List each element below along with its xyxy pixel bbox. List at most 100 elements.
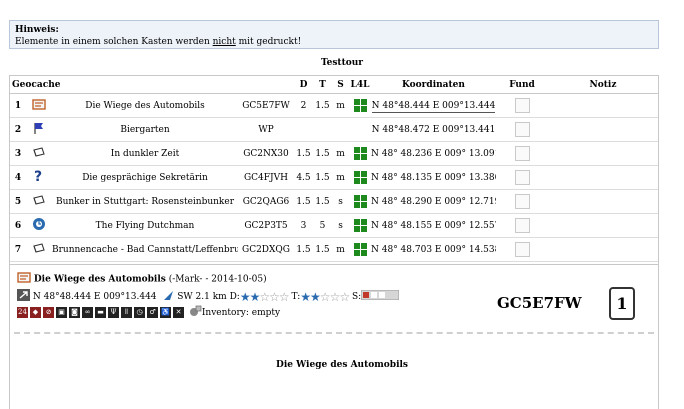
notiz-cell[interactable] bbox=[548, 165, 658, 190]
notiz-cell[interactable] bbox=[548, 237, 658, 262]
cache-name: Bunker in Stuttgart: Rosensteinbunker bbox=[52, 189, 238, 214]
l4l-icon bbox=[353, 243, 367, 256]
cache-name: Die gesprächige Sekretärin bbox=[52, 165, 238, 190]
difficulty-stars: ★★☆☆☆ bbox=[239, 289, 290, 304]
detail-coord: N 48°48.444 E 009°13.444 bbox=[32, 292, 157, 302]
detail-number-box: 1 bbox=[609, 287, 635, 320]
hint-box: Hinweis: Elemente in einem solchen Kaste… bbox=[9, 20, 659, 49]
attr-bus-icon: ▬ bbox=[95, 307, 106, 318]
coordinates: N 48°48.444 E 009°13.444 bbox=[371, 100, 496, 113]
fund-checkbox[interactable] bbox=[514, 146, 530, 161]
notiz-cell[interactable] bbox=[548, 117, 658, 142]
row-number: 6 bbox=[10, 213, 26, 238]
terrain: 1.5 bbox=[313, 165, 332, 190]
table-row: 7 Brunnencache - Bad Cannstatt/Leffenbrun… bbox=[10, 237, 658, 262]
size bbox=[332, 117, 349, 142]
star: ☆ bbox=[319, 289, 331, 304]
size: m bbox=[332, 141, 349, 166]
terrain: 1.5 bbox=[313, 189, 332, 214]
attr-24h-icon: 24 bbox=[17, 307, 28, 318]
l4l-icon bbox=[353, 219, 367, 232]
detail-distance: SW 2.1 km bbox=[177, 292, 227, 302]
cache-name: In dunkler Zeit bbox=[52, 141, 238, 166]
detail-right-border bbox=[658, 265, 659, 409]
hint-text-underlined: nicht bbox=[212, 37, 236, 47]
l4l-icon bbox=[353, 171, 367, 184]
notiz-cell[interactable] bbox=[548, 93, 658, 118]
attr-toilet-icon: ♂ bbox=[147, 307, 158, 318]
cache-code: WP bbox=[238, 117, 294, 142]
bottom-title: Die Wiege des Automobils bbox=[276, 360, 408, 370]
size: s bbox=[332, 189, 349, 214]
notiz-cell[interactable] bbox=[548, 213, 658, 238]
detail-subtitle: (-Mark- - 2014-10-05) bbox=[165, 274, 267, 285]
terrain-stars: ★★☆☆☆ bbox=[300, 289, 350, 304]
l4l-icon bbox=[353, 99, 367, 112]
detail-title: Die Wiege des Automobils bbox=[33, 274, 166, 285]
col-header-koordinaten: Koordinaten bbox=[371, 76, 496, 94]
col-header-notiz: Notiz bbox=[548, 76, 658, 94]
table-row: 6 The Flying Dutchman GC2P3T5 3 5 s N 48° 48.1… bbox=[10, 213, 658, 238]
row-number: 3 bbox=[10, 141, 26, 166]
cache-code: GC5E7FW bbox=[238, 93, 294, 118]
detail-t-label: T: bbox=[291, 292, 301, 302]
cache-table: Geocache D T S L4L Koordinaten Fund Noti… bbox=[10, 76, 658, 262]
col-header-d: D bbox=[294, 76, 313, 94]
difficulty: 4.5 bbox=[294, 165, 313, 190]
difficulty: 1.5 bbox=[294, 141, 313, 166]
detail-d-label: D: bbox=[229, 292, 240, 302]
terrain: 1.5 bbox=[313, 141, 332, 166]
fund-checkbox[interactable] bbox=[514, 194, 530, 209]
star: ☆ bbox=[339, 289, 350, 304]
notiz-cell[interactable] bbox=[548, 189, 658, 214]
attr-bike-icon: ∞ bbox=[82, 307, 93, 318]
attribute-line: 24 ◆ ⊘ ▣ ◙ ∞ ▬ Ψ ǁ ◷ ♂ ♿ ✕ Inventory: empty bbox=[17, 305, 280, 320]
virtual-cache-icon bbox=[17, 271, 31, 287]
fund-checkbox[interactable] bbox=[514, 170, 530, 185]
coordinates: N 48°48.472 E 009°13.441 bbox=[371, 124, 496, 135]
table-body: 1 Die Wiege des Automobils GC5E7FW 2 1.5 m N 4… bbox=[10, 93, 658, 262]
star: ☆ bbox=[269, 289, 280, 304]
table-row: 4? Die gesprächige Sekretärin GC4FJVH 4.5 1.… bbox=[10, 165, 658, 190]
inventory-text: Inventory: empty bbox=[201, 308, 281, 318]
difficulty: 1.5 bbox=[294, 189, 313, 214]
difficulty: 2 bbox=[294, 93, 313, 118]
event-cache-icon bbox=[32, 217, 46, 234]
hint-text-before: Elemente in einem solchen Kasten werden bbox=[15, 37, 213, 47]
attr-camera-icon: ◙ bbox=[69, 307, 80, 318]
row-number: 7 bbox=[10, 237, 26, 262]
detail-s-label: S: bbox=[351, 292, 362, 302]
detail-left-border bbox=[9, 265, 10, 409]
size: m bbox=[332, 93, 349, 118]
l4l-icon bbox=[353, 195, 367, 208]
star: ☆ bbox=[259, 289, 270, 304]
cache-name: The Flying Dutchman bbox=[52, 213, 238, 238]
terrain bbox=[313, 117, 332, 142]
fund-checkbox[interactable] bbox=[514, 98, 530, 113]
cache-code: GC2P3T5 bbox=[238, 213, 294, 238]
terrain: 1.5 bbox=[313, 93, 332, 118]
cache-name: Brunnencache - Bad Cannstatt/Leffenbrunn… bbox=[52, 237, 238, 262]
traditional-cache-icon bbox=[32, 194, 46, 209]
cache-code: GC2QAG6 bbox=[238, 189, 294, 214]
cache-code: GC4FJVH bbox=[238, 165, 294, 190]
terrain: 5 bbox=[313, 213, 332, 238]
row-number: 4 bbox=[10, 165, 26, 190]
size: s bbox=[332, 213, 349, 238]
star: ★ bbox=[239, 289, 251, 304]
cache-code: GC2NX30 bbox=[238, 141, 294, 166]
fund-checkbox[interactable] bbox=[514, 218, 530, 233]
table-header-row: Geocache D T S L4L Koordinaten Fund Noti… bbox=[10, 76, 658, 94]
col-header-fund: Fund bbox=[496, 76, 548, 94]
notiz-cell[interactable] bbox=[548, 141, 658, 166]
terrain: 1.5 bbox=[313, 237, 332, 262]
l4l-icon bbox=[353, 147, 367, 160]
coordinates: N 48° 48.236 E 009° 13.091 bbox=[371, 148, 496, 159]
fund-checkbox[interactable] bbox=[514, 242, 530, 257]
traditional-cache-icon bbox=[32, 146, 46, 161]
attr-tools-icon: ✕ bbox=[173, 307, 184, 318]
detail-title-line: Die Wiege des Automobils (-Mark- - 2014-… bbox=[17, 271, 267, 287]
fund-checkbox[interactable] bbox=[514, 122, 530, 137]
row-number: 1 bbox=[10, 93, 26, 118]
col-header-l4l: L4L bbox=[349, 76, 371, 94]
